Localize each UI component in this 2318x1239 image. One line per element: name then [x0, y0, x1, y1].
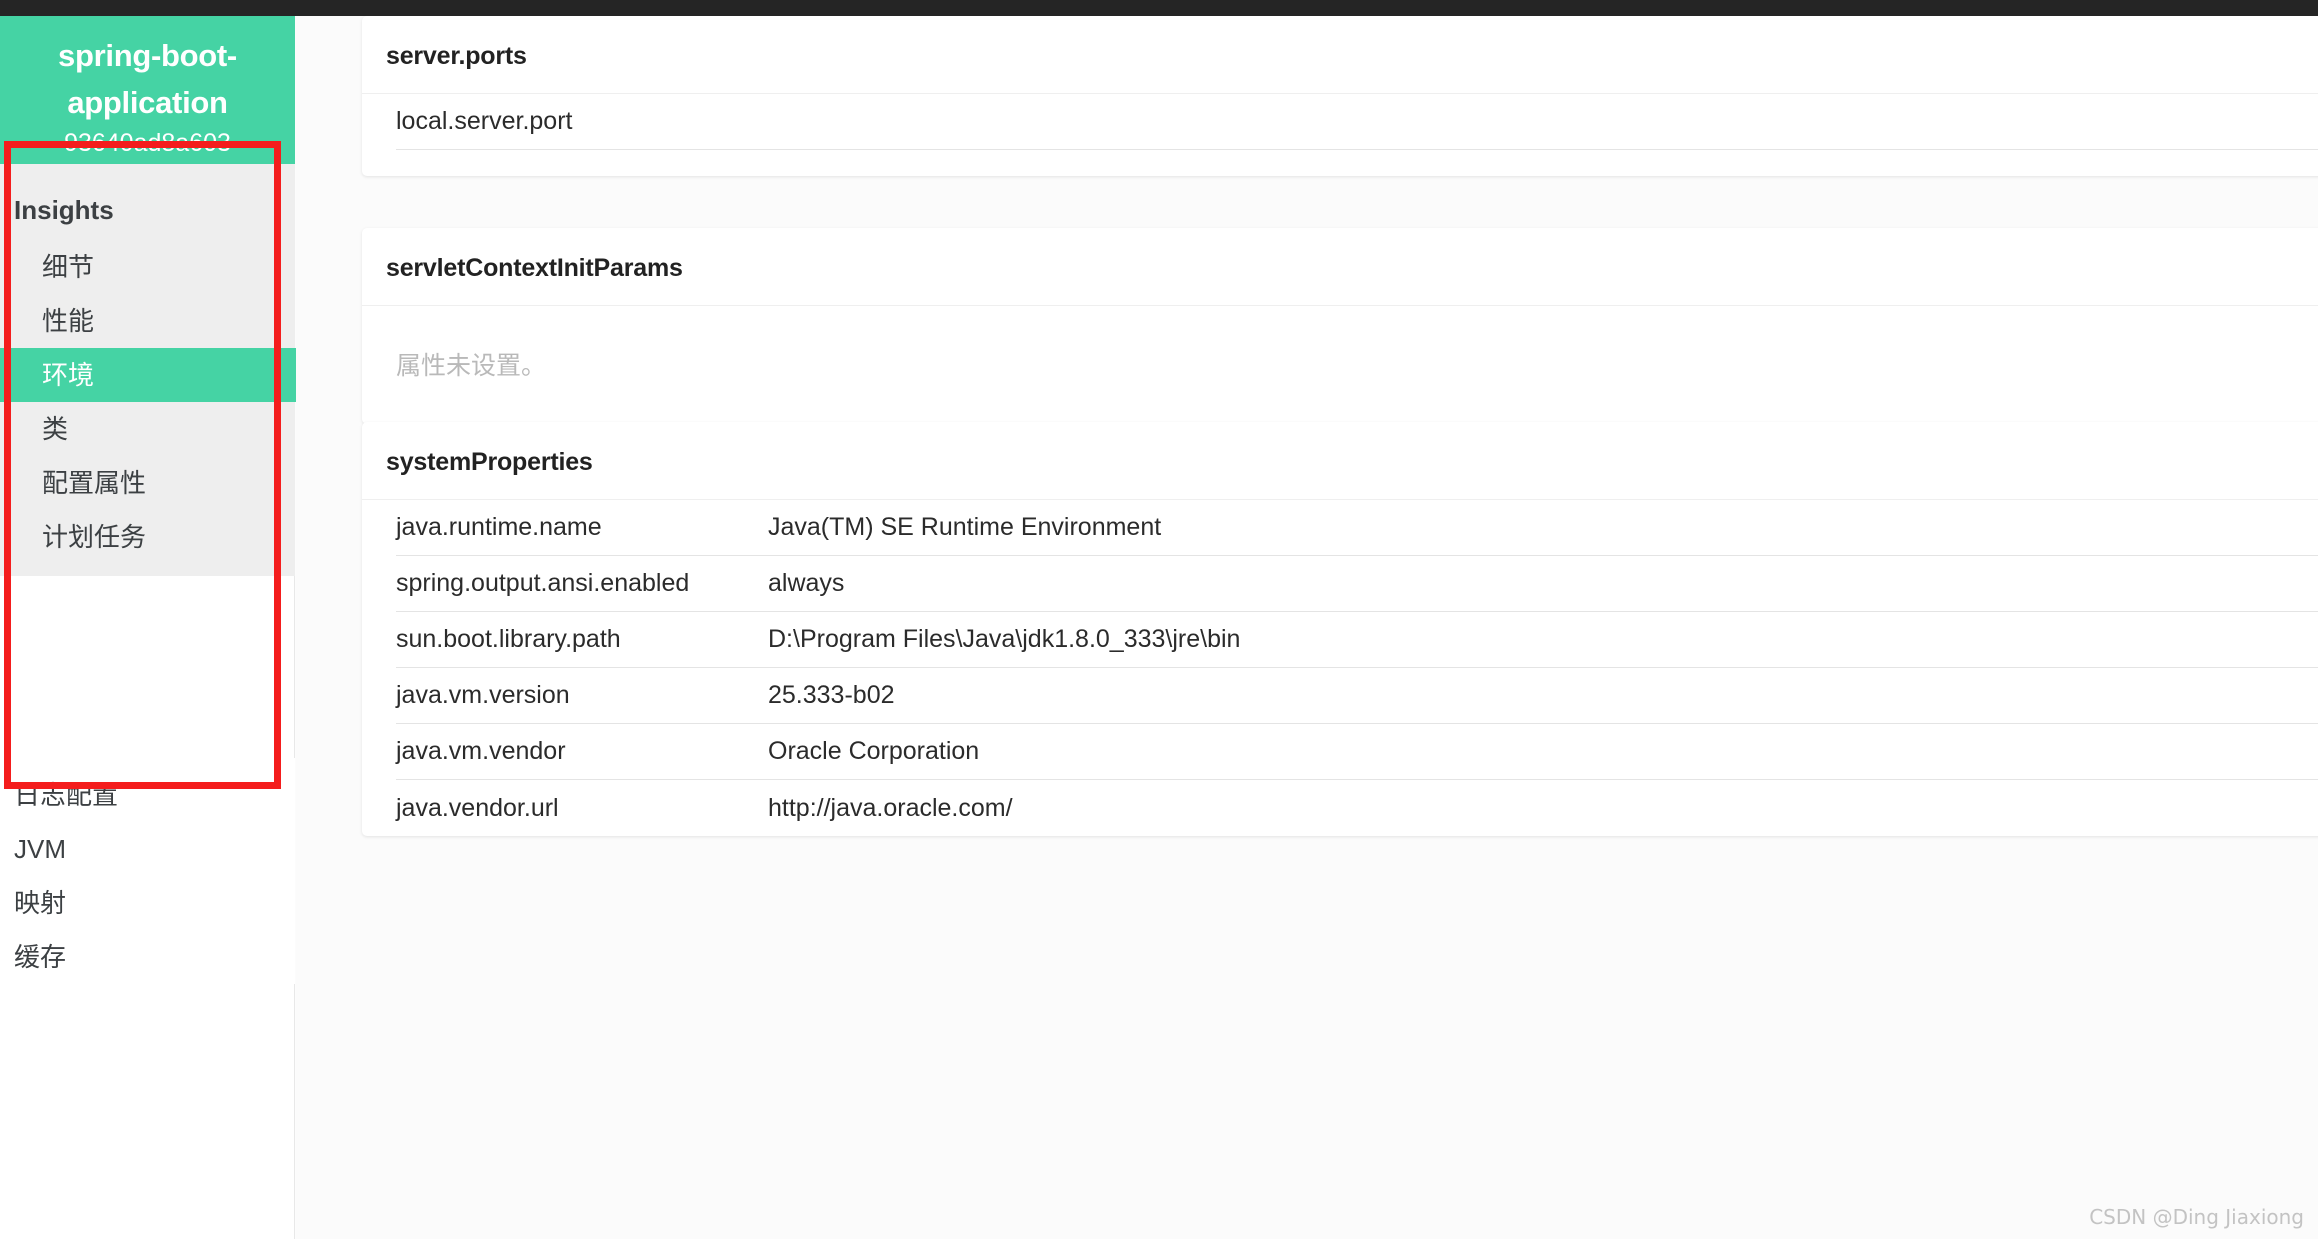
property-key: local.server.port	[396, 107, 573, 135]
sidebar-item-configuration-properties[interactable]: 配置属性	[0, 456, 295, 510]
property-key: java.vm.vendor	[396, 737, 566, 765]
property-key: java.vm.version	[396, 681, 570, 709]
table-row: java.vm.vendor Oracle Corporation	[396, 724, 2318, 780]
watermark: CSDN @Ding Jiaxiong	[2089, 1205, 2304, 1229]
empty-state-text: 属性未设置。	[396, 352, 547, 380]
card-servlet-context-init-params: servletContextInitParams 属性未设置。	[362, 228, 2318, 424]
table-row: java.runtime.name Java(TM) SE Runtime En…	[396, 500, 2318, 556]
sidebar: spring-boot-application 93640ad8a603 Ins…	[0, 16, 297, 1239]
sidebar-item-logging-config[interactable]: 日志配置	[0, 768, 295, 822]
property-key: java.vendor.url	[396, 793, 559, 822]
sidebar-group-title-insights: Insights	[14, 195, 114, 225]
sidebar-bottom-group: 日志配置 JVM 映射 缓存	[0, 758, 295, 984]
property-key: spring.output.ansi.enabled	[396, 569, 690, 597]
card-title-servlet-context-init-params: servletContextInitParams	[362, 228, 2318, 306]
main-content: server.ports local.server.port servletCo…	[296, 16, 2318, 1239]
application-instance-id: 93640ad8a603	[64, 129, 231, 157]
property-value: http://java.oracle.com/	[768, 793, 1013, 822]
table-row: spring.output.ansi.enabled always	[396, 556, 2318, 612]
property-value: always	[768, 569, 845, 597]
property-key: sun.boot.library.path	[396, 625, 621, 653]
card-body-server-ports: local.server.port	[362, 94, 2318, 176]
window-top-bar	[0, 0, 2318, 16]
sidebar-item-performance[interactable]: 性能	[0, 294, 295, 348]
card-body-servlet-context-init-params: 属性未设置。	[362, 306, 2318, 424]
card-title-server-ports: server.ports	[362, 16, 2318, 94]
table-row: sun.boot.library.path D:\Program Files\J…	[396, 612, 2318, 668]
property-key: java.runtime.name	[396, 513, 602, 541]
sidebar-item-mappings[interactable]: 映射	[0, 876, 295, 930]
sidebar-item-details[interactable]: 细节	[0, 240, 295, 294]
property-value: 25.333-b02	[768, 681, 895, 709]
sidebar-item-classes[interactable]: 类	[0, 402, 295, 456]
table-row: local.server.port	[396, 94, 2318, 150]
application-title: spring-boot-application	[58, 38, 237, 120]
sidebar-insights-group: Insights 细节 性能 环境 类 配置属性 计划任务	[0, 164, 297, 576]
table-row: java.vendor.url http://java.oracle.com/	[396, 780, 2318, 836]
sidebar-item-environment[interactable]: 环境	[0, 348, 297, 402]
card-body-system-properties: java.runtime.name Java(TM) SE Runtime En…	[362, 500, 2318, 836]
sidebar-item-jvm[interactable]: JVM	[0, 822, 295, 876]
card-system-properties: systemProperties java.runtime.name Java(…	[362, 422, 2318, 836]
card-title-system-properties: systemProperties	[362, 422, 2318, 500]
sidebar-header: spring-boot-application 93640ad8a603	[0, 16, 295, 164]
property-value: Java(TM) SE Runtime Environment	[768, 513, 1162, 541]
property-value: Oracle Corporation	[768, 737, 980, 765]
table-row: java.vm.version 25.333-b02	[396, 668, 2318, 724]
app-root: spring-boot-application 93640ad8a603 Ins…	[0, 0, 2318, 1239]
property-value: D:\Program Files\Java\jdk1.8.0_333\jre\b…	[768, 625, 1241, 653]
card-server-ports: server.ports local.server.port	[362, 16, 2318, 176]
sidebar-item-cache[interactable]: 缓存	[0, 930, 295, 984]
sidebar-item-scheduled-tasks[interactable]: 计划任务	[0, 510, 295, 564]
